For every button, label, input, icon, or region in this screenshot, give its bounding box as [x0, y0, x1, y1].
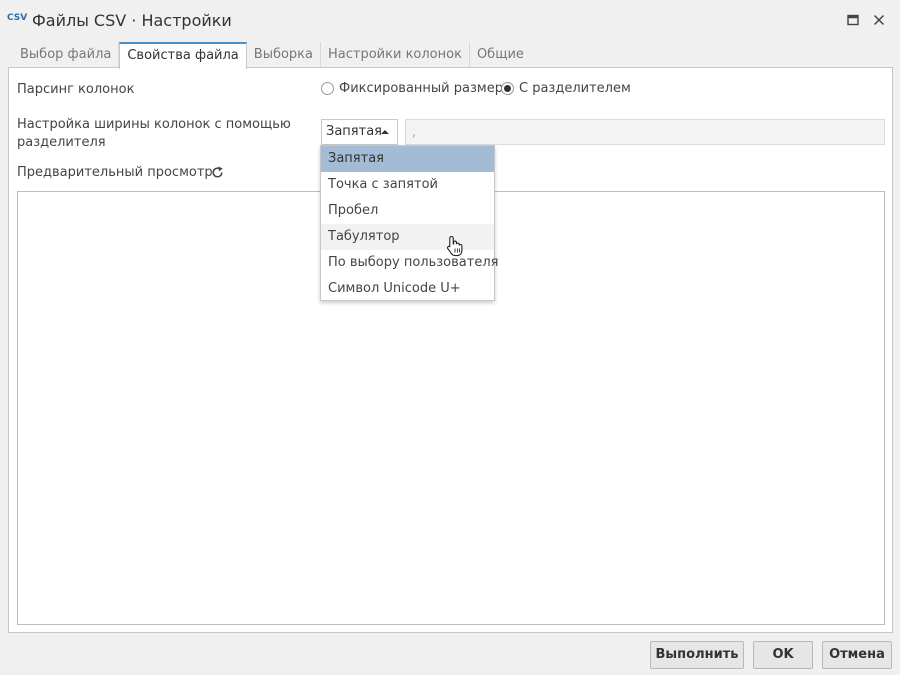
cancel-button[interactable]: Отмена — [822, 641, 892, 669]
column-parsing-label: Парсинг колонок — [17, 82, 135, 97]
radio-delimited-label: С разделителем — [519, 81, 631, 96]
maximize-icon[interactable] — [845, 12, 861, 28]
radio-fixed-width-circle[interactable] — [321, 82, 334, 95]
tab-selection[interactable]: Выборка — [247, 42, 322, 68]
tab-file-selection[interactable]: Выбор файла — [13, 42, 120, 68]
hand-pointer-cursor-icon — [446, 235, 464, 257]
preview-label: Предварительный просмотр — [17, 165, 213, 180]
radio-delimited-circle[interactable] — [501, 82, 514, 95]
delimiter-select-value: Запятая — [326, 124, 382, 139]
delimiter-dropdown-list: Запятая Точка с запятой Пробел Табулятор… — [320, 145, 498, 302]
radio-delimited[interactable]: С разделителем — [501, 81, 631, 96]
column-width-delimiter-label: Настройка ширины колонок с помощью разде… — [17, 117, 291, 150]
dropdown-item-comma[interactable]: Запятая — [321, 146, 494, 172]
dropdown-item-space[interactable]: Пробел — [321, 198, 494, 224]
dropdown-item-tab[interactable]: Табулятор — [321, 224, 494, 250]
title-bar: CSV Файлы CSV · Настройки — [0, 0, 900, 42]
ok-button[interactable]: OK — [753, 641, 813, 669]
dropdown-item-semicolon[interactable]: Точка с запятой — [321, 172, 494, 198]
dropdown-item-custom[interactable]: По выбору пользователя — [321, 250, 498, 276]
radio-fixed-width[interactable]: Фиксированный размер — [321, 81, 503, 96]
chevron-up-icon — [381, 130, 389, 134]
radio-fixed-width-label: Фиксированный размер — [339, 81, 503, 96]
window-title: Файлы CSV · Настройки — [32, 11, 232, 30]
refresh-icon[interactable] — [210, 165, 225, 180]
csv-app-icon: CSV — [7, 13, 28, 23]
tab-bar: Выбор файла Свойства файла Выборка Настр… — [13, 42, 531, 69]
dropdown-item-unicode[interactable]: Символ Unicode U+ — [321, 276, 494, 302]
tab-column-settings[interactable]: Настройки колонок — [321, 42, 470, 68]
close-icon[interactable] — [871, 12, 887, 28]
tab-general[interactable]: Общие — [470, 42, 531, 68]
delimiter-input[interactable] — [405, 119, 885, 145]
dialog-window: CSV Файлы CSV · Настройки Выбор файла Св… — [0, 0, 900, 675]
tab-file-properties[interactable]: Свойства файла — [119, 42, 247, 69]
run-button[interactable]: Выполнить — [650, 641, 744, 669]
delimiter-select[interactable]: Запятая — [321, 119, 398, 145]
